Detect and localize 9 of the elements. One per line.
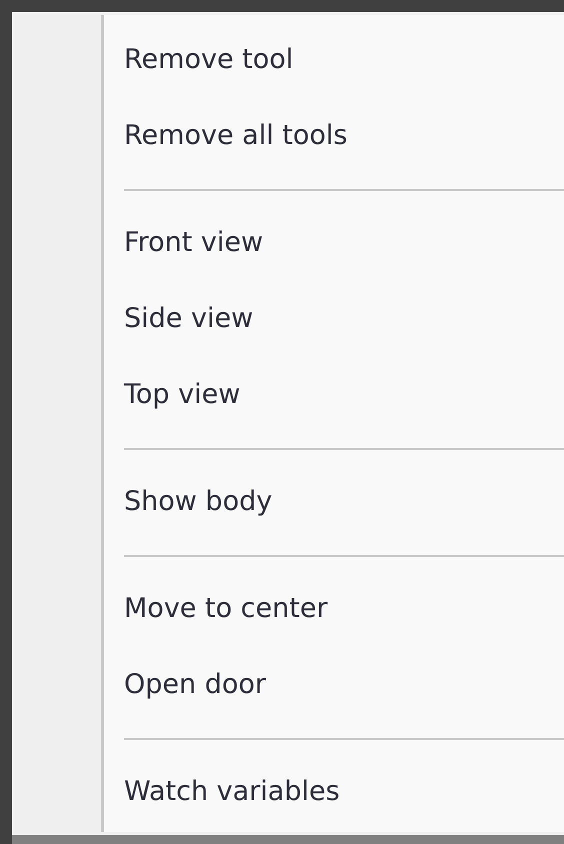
menu-item[interactable]: Move to center bbox=[124, 571, 564, 647]
menu-item[interactable]: Remove all tools bbox=[124, 98, 564, 174]
menu-item[interactable]: Side view bbox=[124, 281, 564, 357]
menu-item[interactable]: Front view bbox=[124, 205, 564, 281]
menu-item[interactable]: Open door bbox=[124, 647, 564, 723]
menu-item[interactable]: Show body bbox=[124, 464, 564, 540]
menu-item[interactable]: Watch variables bbox=[124, 754, 564, 830]
menu-item[interactable]: Top view bbox=[124, 357, 564, 433]
menu-item[interactable]: Remove tool bbox=[124, 22, 564, 98]
